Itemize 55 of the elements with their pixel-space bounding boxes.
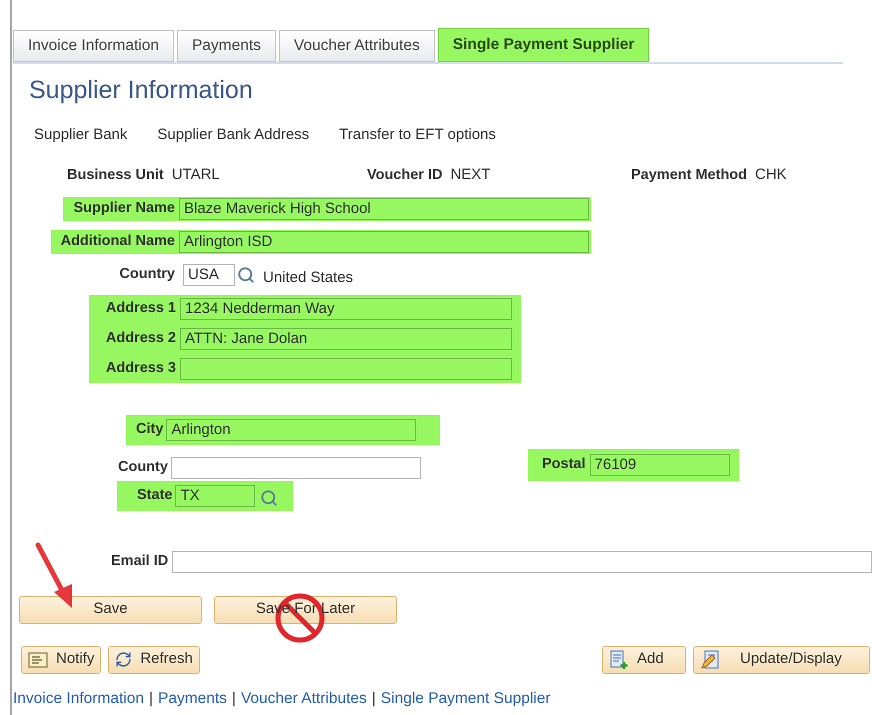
field-label: City [136,420,164,439]
field-label: Supplier Name [63,197,179,221]
search-icon[interactable] [237,266,255,284]
field-label: Business Unit [67,166,164,185]
page-title: Supplier Information [29,75,254,106]
separator: | [148,688,153,708]
text-field[interactable]: ATTN: Jane Dolan [180,328,512,350]
page-link[interactable]: Voucher Attributes [240,686,367,710]
field-value: UTARL [172,165,220,185]
field-label: Address 3 [106,358,176,378]
tab[interactable]: Payments [176,30,276,62]
text-field[interactable] [172,550,872,572]
country-description: United States [263,268,354,288]
field-label: Country [118,264,176,284]
tab[interactable]: Voucher Attributes [278,30,435,62]
field-label: Additional Name [50,230,179,254]
lookup-field[interactable]: TX [175,484,256,506]
field-label: Postal [542,454,586,474]
tab[interactable]: Invoice Information [13,30,174,62]
text-field[interactable] [180,358,512,380]
section-link[interactable]: Supplier Bank [34,124,128,146]
page-link[interactable]: Invoice Information [13,686,144,710]
search-icon[interactable] [260,488,278,506]
field-label: County [118,458,168,477]
action-button[interactable]: Save [19,596,202,624]
section-link[interactable]: Supplier Bank Address [157,124,310,146]
text-field[interactable]: Arlington ISD [179,230,589,253]
field-label: Voucher ID [367,166,442,185]
toolbar-button[interactable]: Update/Display [693,646,870,674]
add-document-icon [609,650,629,670]
toolbar-button[interactable]: Add [602,646,686,674]
field-label: Payment Method [631,166,748,185]
separator: | [372,688,376,708]
separator: | [232,688,236,708]
edit-document-icon [700,650,720,670]
text-field[interactable]: Arlington [166,418,416,440]
toolbar-button[interactable]: Refresh [108,646,200,674]
refresh-icon [115,651,132,668]
section-link[interactable]: Transfer to EFT options [339,124,496,146]
text-field[interactable]: USA [183,264,235,286]
field-label: Email ID [111,552,168,571]
field-value: NEXT [450,165,490,185]
text-field[interactable] [170,456,421,478]
note-icon [28,652,48,668]
text-field[interactable]: Blaze Maverick High School [179,198,589,220]
text-field[interactable]: 76109 [590,454,730,476]
page-link[interactable]: Single Payment Supplier [380,686,551,710]
page-link[interactable]: Payments [158,686,227,710]
tab[interactable]: Single Payment Supplier [438,28,650,62]
field-value: CHK [755,165,787,185]
field-label: State [137,486,172,505]
toolbar-button[interactable]: Notify [21,646,102,674]
text-field[interactable]: 1234 Nedderman Way [180,298,512,320]
field-label: Address 2 [106,328,176,348]
field-label: Address 1 [106,298,176,318]
